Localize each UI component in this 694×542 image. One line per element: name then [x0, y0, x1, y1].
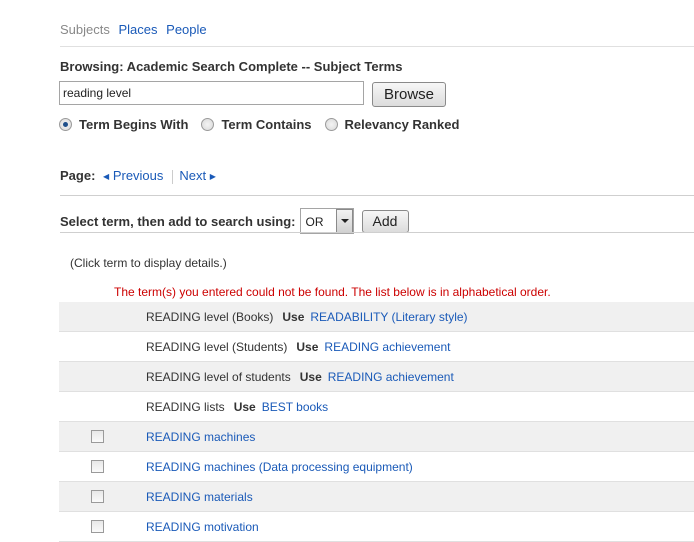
use-label: Use	[233, 400, 256, 414]
use-target-link[interactable]: READING achievement	[324, 340, 450, 354]
term-checkbox[interactable]	[91, 490, 104, 503]
term-link[interactable]: READING motivation	[146, 520, 259, 534]
radio-relevancy-ranked[interactable]: Relevancy Ranked	[324, 117, 459, 132]
use-label: Use	[299, 370, 322, 384]
radio-unchecked-icon[interactable]	[324, 118, 338, 131]
add-bar-label: Select term, then add to search using:	[60, 213, 296, 229]
term-checkbox[interactable]	[91, 520, 104, 533]
chevron-down-icon[interactable]	[335, 209, 353, 233]
radio-checked-icon[interactable]	[59, 118, 72, 131]
term-list: READING level (Books) Use READABILITY (Lit…	[59, 302, 694, 542]
use-target-link[interactable]: READING achievement	[328, 370, 454, 384]
divider	[60, 46, 694, 47]
term-row: READING level of students Use READING achi…	[59, 362, 694, 392]
use-target-link[interactable]: BEST books	[262, 400, 328, 414]
radio-term-contains[interactable]: Term Contains	[201, 117, 312, 132]
add-to-search-bar: Select term, then add to search using: O…	[60, 208, 409, 234]
use-target-link[interactable]: READABILITY (Literary style)	[310, 310, 467, 324]
operator-select[interactable]: OR	[299, 208, 354, 234]
term-checkbox[interactable]	[91, 430, 104, 443]
add-button[interactable]: Add	[361, 209, 409, 233]
radio-term-begins-with[interactable]: Term Begins With	[59, 117, 188, 132]
term-link[interactable]: READING machines (Data processing equipm…	[146, 460, 413, 474]
tab-subjects[interactable]: Subjects	[60, 22, 110, 37]
not-found-message: The term(s) you entered could not be fou…	[114, 285, 551, 299]
term-link[interactable]: READING materials	[146, 490, 253, 504]
term-row: READING materials	[59, 482, 694, 512]
pager-separator	[172, 169, 174, 184]
term-link[interactable]: READING machines	[146, 430, 255, 444]
previous-link[interactable]: ◀ Previous	[103, 168, 163, 183]
browse-button[interactable]: Browse	[372, 82, 446, 107]
use-label: Use	[282, 310, 305, 324]
divider	[60, 195, 694, 196]
divider	[60, 232, 694, 233]
term-checkbox[interactable]	[91, 460, 104, 473]
triangle-left-icon: ◀	[103, 172, 110, 181]
page-label: Page:	[60, 168, 96, 183]
term-text: READING level (Books)	[146, 310, 274, 324]
tab-people[interactable]: People	[166, 22, 206, 37]
term-text: READING lists	[146, 400, 225, 414]
radio-unchecked-icon[interactable]	[201, 118, 215, 131]
next-link[interactable]: Next ▶	[179, 168, 216, 183]
triangle-right-icon: ▶	[209, 172, 216, 181]
tab-places[interactable]: Places	[119, 22, 158, 37]
term-text: READING level of students	[146, 370, 291, 384]
term-text: READING level (Students)	[146, 340, 288, 354]
browse-search-input[interactable]	[59, 81, 364, 105]
term-row: READING motivation	[59, 512, 694, 542]
browsing-title: Browsing: Academic Search Complete -- Su…	[60, 59, 403, 74]
term-row: READING level (Books) Use READABILITY (Lit…	[59, 302, 694, 332]
term-row: READING machines	[59, 422, 694, 452]
term-row: READING machines (Data processing equipm…	[59, 452, 694, 482]
hint-text: (Click term to display details.)	[70, 256, 227, 270]
use-label: Use	[296, 340, 319, 354]
match-options: Term Begins With Term Contains Relevancy…	[59, 117, 472, 132]
term-row: READING lists Use BEST books	[59, 392, 694, 422]
pagination: Page: ◀ Previous Next ▶	[60, 168, 216, 184]
term-row: READING level (Students) Use READING achie…	[59, 332, 694, 362]
browse-type-tabs: Subjects Places People	[60, 22, 212, 37]
